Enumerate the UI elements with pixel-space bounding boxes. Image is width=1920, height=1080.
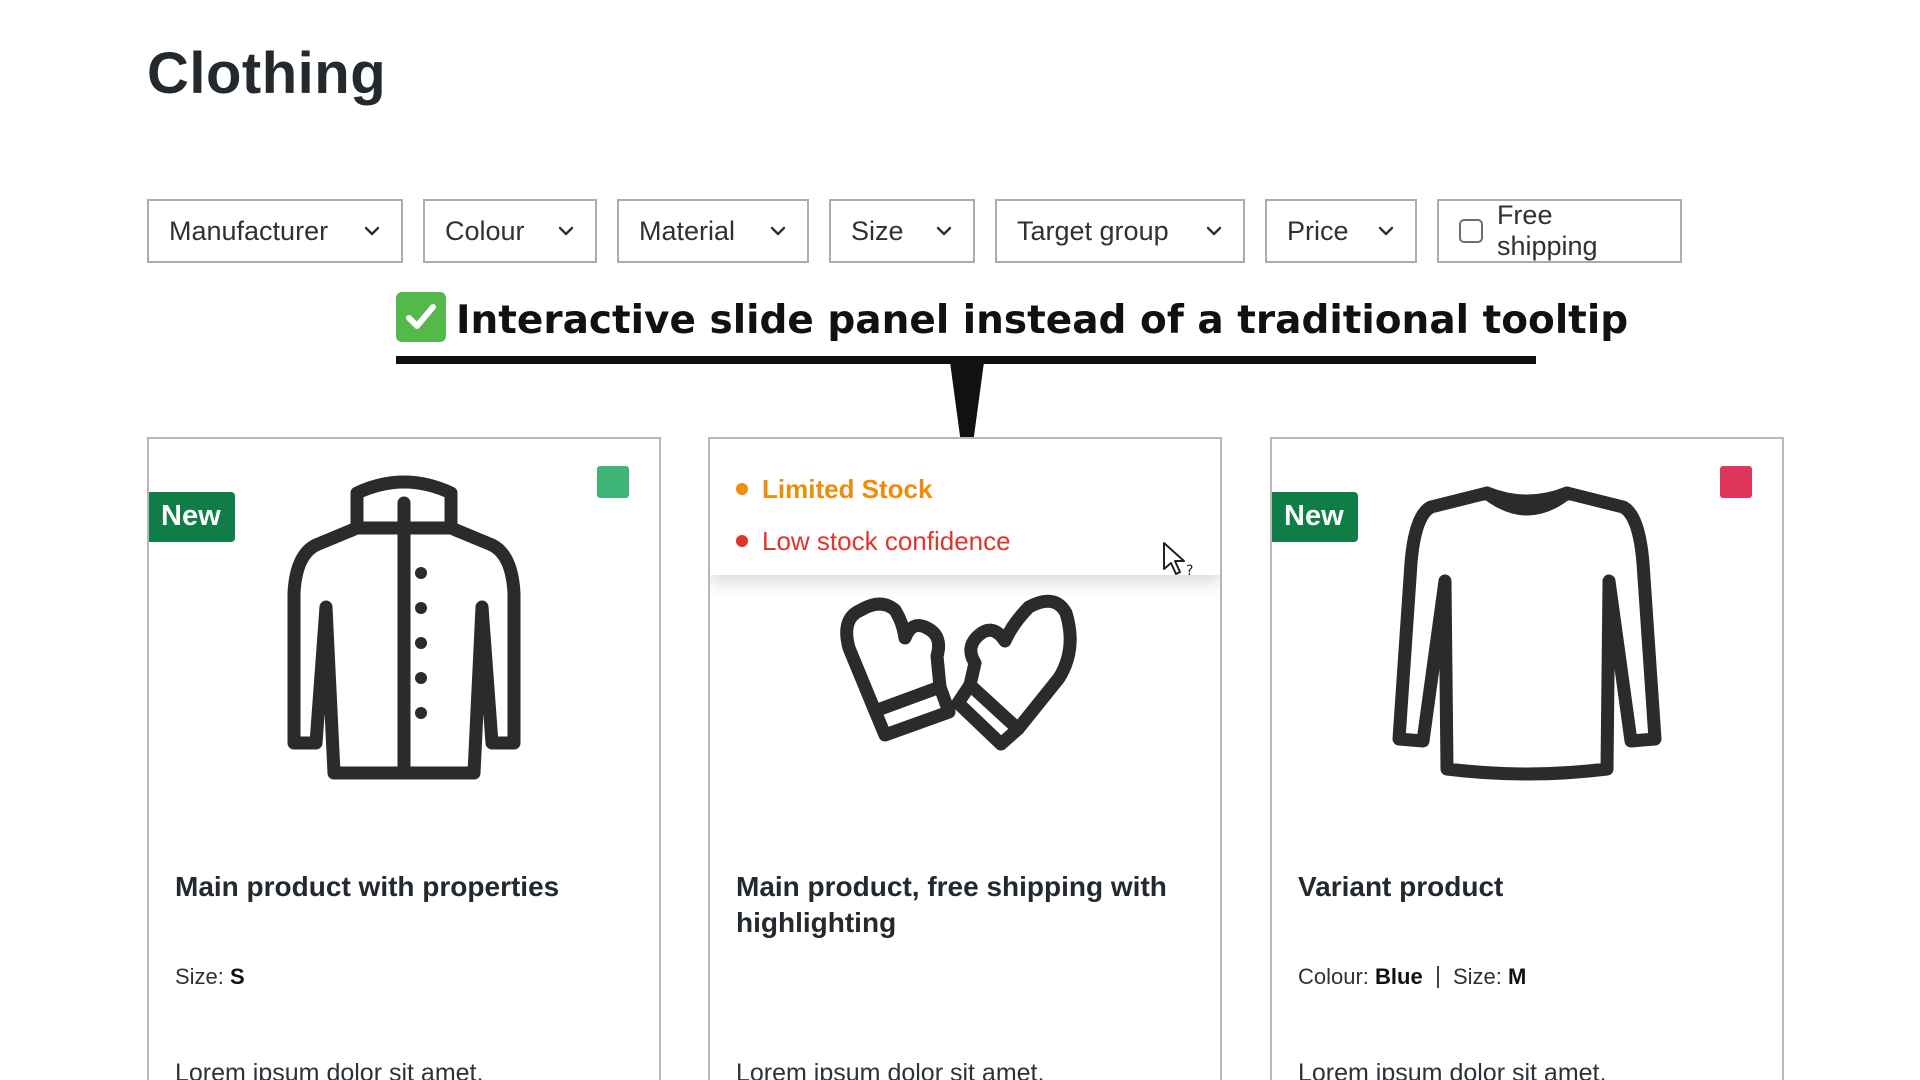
filter-target-group-label: Target group: [1017, 215, 1169, 246]
filter-colour[interactable]: Colour: [423, 199, 597, 263]
low-stock-item: Low stock confidence: [736, 515, 1194, 567]
filter-bar: Manufacturer Colour Material Size Target…: [147, 199, 1682, 263]
sweater-icon: [1392, 486, 1662, 781]
chevron-down-icon: [1205, 222, 1223, 240]
limited-stock-label: Limited Stock: [762, 473, 933, 504]
product-description: Lorem ipsum dolor sit amet,: [736, 1059, 1045, 1080]
product-name[interactable]: Main product, free shipping with highlig…: [736, 869, 1194, 941]
filter-free-shipping-label: Free shipping: [1496, 200, 1598, 261]
colour-value: Blue: [1375, 964, 1423, 989]
red-dot-icon: [736, 535, 748, 547]
chevron-down-icon: [769, 222, 787, 240]
product-description: Lorem ipsum dolor sit amet,: [175, 1059, 484, 1080]
jacket-icon: [287, 475, 521, 780]
product-name[interactable]: Variant product: [1298, 869, 1756, 905]
product-image[interactable]: [1272, 473, 1782, 783]
product-image[interactable]: [149, 473, 659, 783]
svg-text:?: ?: [1186, 563, 1193, 579]
chevron-down-icon: [363, 222, 381, 240]
size-value: M: [1508, 964, 1527, 989]
chevron-down-icon: [557, 222, 575, 240]
orange-dot-icon: [736, 483, 748, 495]
filter-material-label: Material: [639, 215, 736, 246]
filter-price[interactable]: Price: [1265, 199, 1417, 263]
size-value: S: [230, 964, 245, 989]
filter-size-label: Size: [851, 215, 904, 246]
product-card[interactable]: New Main product with properties Size: S…: [147, 437, 661, 1080]
low-stock-label: Low stock confidence: [762, 525, 1011, 556]
filter-free-shipping[interactable]: Free shipping: [1437, 199, 1682, 263]
filter-target-group[interactable]: Target group: [995, 199, 1245, 263]
product-name[interactable]: Main product with properties: [175, 869, 633, 905]
filter-material[interactable]: Material: [617, 199, 809, 263]
size-label: Size:: [175, 964, 224, 989]
filter-price-label: Price: [1287, 215, 1349, 246]
filter-manufacturer-label: Manufacturer: [169, 215, 329, 246]
product-description: Lorem ipsum dolor sit amet,: [1298, 1059, 1607, 1080]
annotation-callout: Interactive slide panel instead of a tra…: [396, 292, 1628, 343]
page-title: Clothing: [147, 41, 387, 106]
chevron-down-icon: [1377, 222, 1395, 240]
product-card[interactable]: New Variant product Colour: Blue Size: M…: [1270, 437, 1784, 1080]
chevron-down-icon: [935, 222, 953, 240]
size-label: Size:: [1452, 964, 1502, 989]
filter-size[interactable]: Size: [829, 199, 975, 263]
filter-colour-label: Colour: [445, 215, 525, 246]
product-properties: Size: S: [175, 964, 245, 990]
limited-stock-item: Limited Stock: [736, 463, 1194, 515]
check-mark-icon: [396, 292, 446, 342]
free-shipping-checkbox[interactable]: [1459, 219, 1483, 243]
property-separator: [1436, 966, 1439, 988]
stock-slide-panel[interactable]: Limited Stock Low stock confidence: [710, 439, 1220, 575]
annotation-text: Interactive slide panel instead of a tra…: [456, 298, 1629, 343]
product-properties: Colour: Blue Size: M: [1298, 964, 1526, 990]
product-card[interactable]: Limited Stock Low stock confidence ? Mai…: [708, 437, 1222, 1080]
colour-label: Colour:: [1298, 964, 1369, 989]
filter-manufacturer[interactable]: Manufacturer: [147, 199, 403, 263]
help-cursor-icon: ?: [1163, 542, 1193, 579]
